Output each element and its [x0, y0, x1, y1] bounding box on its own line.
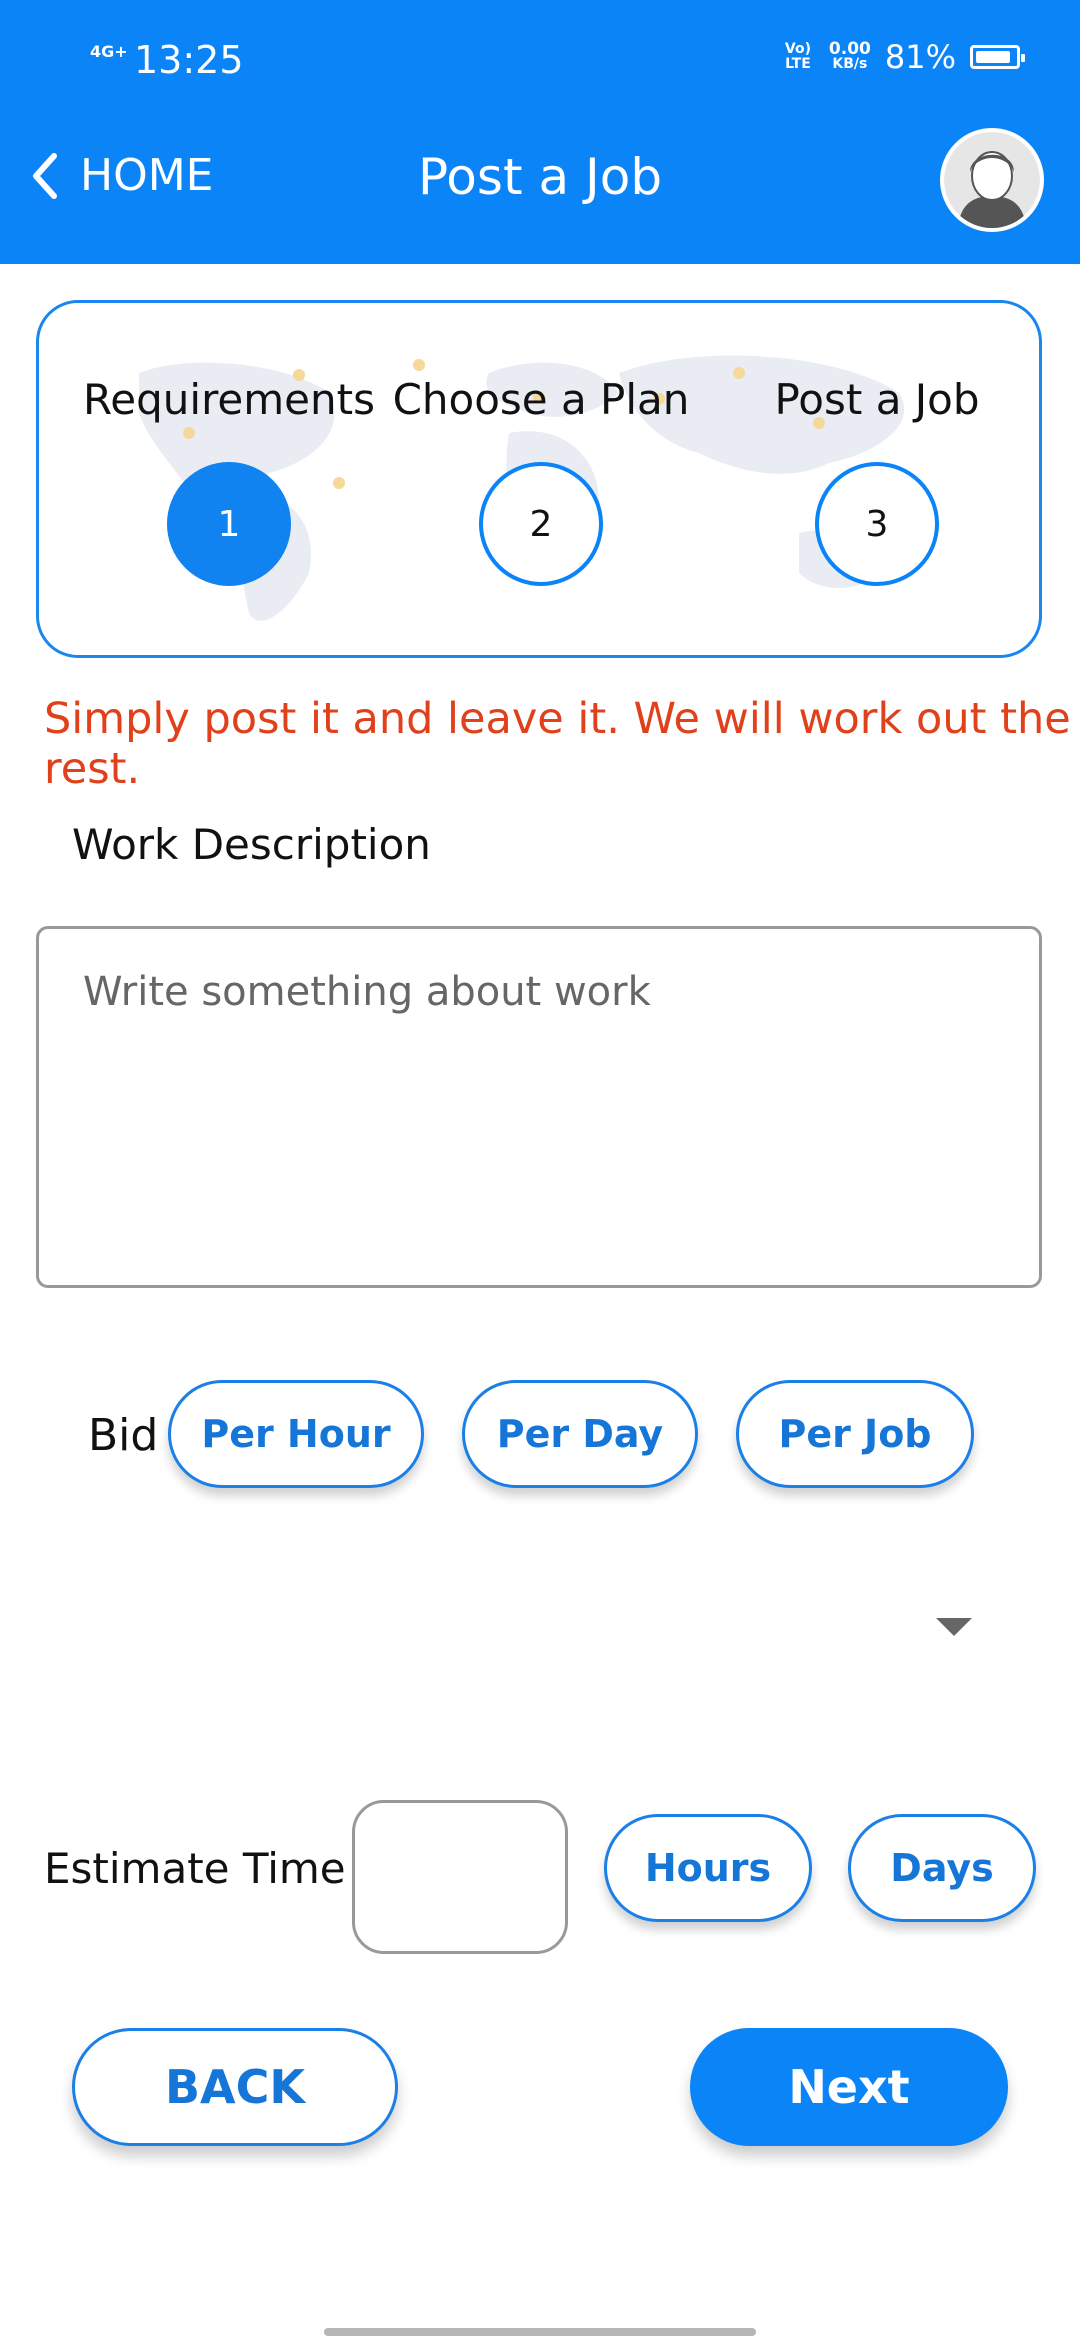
network-speed-unit: KB/s	[832, 56, 868, 72]
tagline-text: Simply post it and leave it. We will wor…	[44, 694, 1071, 794]
status-time: 13:25	[134, 38, 244, 82]
step-post-job[interactable]: Post a Job 3	[727, 303, 1027, 586]
step-requirements[interactable]: Requirements 1	[79, 303, 379, 586]
estimate-hours-button[interactable]: Hours	[604, 1814, 812, 1922]
step-number-2: 2	[479, 462, 603, 586]
back-button[interactable]: BACK	[72, 2028, 398, 2146]
app-header: 13:25 4G+ Vo) LTE 0.00 KB/s 81% HOME Pos…	[0, 0, 1080, 264]
progress-stepper: Requirements 1 Choose a Plan 2 Post a Jo…	[36, 300, 1042, 658]
network-indicator: 4G+	[90, 42, 128, 61]
dropdown-arrow-icon[interactable]	[936, 1618, 972, 1636]
chevron-left-icon	[33, 152, 57, 199]
work-description-input[interactable]	[39, 929, 1039, 1285]
step-label: Choose a Plan	[392, 375, 690, 424]
status-right-group: Vo) LTE 0.00 KB/s 81%	[781, 38, 1025, 76]
volte-indicator: Vo) LTE	[784, 41, 811, 72]
step-label: Post a Job	[774, 375, 980, 424]
estimate-time-box	[352, 1800, 568, 1954]
user-avatar[interactable]	[940, 128, 1044, 232]
work-description-label: Work Description	[72, 820, 431, 869]
step-label: Requirements	[83, 375, 375, 424]
bid-per-hour-button[interactable]: Per Hour	[168, 1380, 424, 1488]
estimate-time-label: Estimate Time	[44, 1844, 346, 1893]
bid-per-day-button[interactable]: Per Day	[462, 1380, 698, 1488]
user-avatar-icon	[944, 132, 1040, 228]
bid-per-job-button[interactable]: Per Job	[736, 1380, 974, 1488]
step-number-1: 1	[167, 462, 291, 586]
next-button[interactable]: Next	[690, 2028, 1008, 2146]
back-home-button[interactable]: HOME	[30, 150, 213, 201]
step-choose-plan[interactable]: Choose a Plan 2	[391, 303, 691, 586]
network-speed: 0.00 KB/s	[828, 39, 871, 72]
battery-percent: 81%	[884, 38, 956, 76]
estimate-days-button[interactable]: Days	[848, 1814, 1036, 1922]
network-speed-value: 0.00	[828, 39, 871, 59]
step-number-3: 3	[815, 462, 939, 586]
work-description-box	[36, 926, 1042, 1288]
bid-label: Bid	[88, 1410, 159, 1461]
battery-icon	[970, 45, 1025, 69]
back-home-label: HOME	[80, 150, 214, 201]
estimate-time-input[interactable]	[355, 1803, 565, 1951]
home-indicator[interactable]	[324, 2328, 756, 2336]
